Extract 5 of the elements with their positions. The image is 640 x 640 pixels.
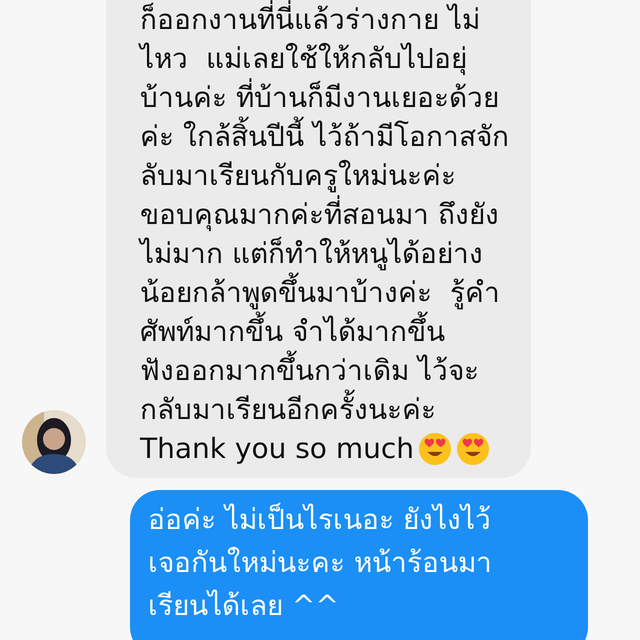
message-text: อ่อค่ะ ไม่เป็นไรเนอะ ยังไงไว้ เจอกันใหม่นะคะ หน้าร้อนมา เรียนได้เลย ^^ [148,502,493,624]
message-text: Thank you so much [140,431,414,467]
heart-eyes-emoji-icon [418,432,452,466]
heart-eyes-emoji-icon [456,432,490,466]
message-text: ก็ออกงานที่นี่แล้วร่างกาย ไม่ ไหว แม่เลยใช้ให้กลับไปอยุ่ บ้านค่ะ ที่บ้านก็มีงานเยอะด้วย ค่ะ ใกล้สิ้นปีนี้ ไว้ถ้ามีโอกาสจัก ลับมาเรียนกับครูใหม่นะค่ะ ขอบคุณมากค่ะที่สอนมา ถึงยัง ไม่มาก แต่ก็ทำให้หนูได้อย่าง น้อยกล้าพูดขึ้นมาบ้างค่ะ รู้คำ ศัพท์มากขึ้น จำได้มากขึ้น ฟังออกมากขึ้นกว่าเดิม ไว้จะ กลับมาเรียนอีกครั้งนะค่ะ [140,0,509,429]
